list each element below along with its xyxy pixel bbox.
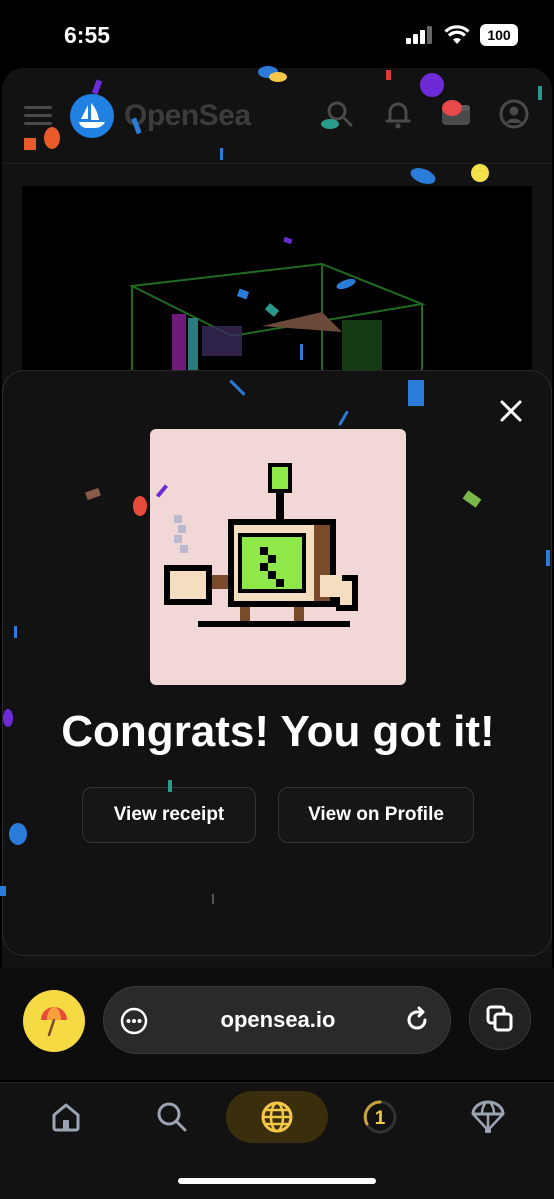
cellular-signal-icon bbox=[406, 26, 432, 44]
wireframe-artwork bbox=[128, 262, 426, 386]
search-icon[interactable] bbox=[324, 98, 356, 130]
tab-browser[interactable] bbox=[226, 1091, 328, 1143]
home-indicator[interactable] bbox=[178, 1178, 376, 1184]
umbrella-app-button[interactable] bbox=[23, 990, 85, 1052]
parachute-icon bbox=[471, 1100, 505, 1133]
home-icon bbox=[52, 1103, 80, 1132]
wifi-icon bbox=[444, 25, 470, 44]
address-bar[interactable]: opensea.io bbox=[103, 986, 451, 1054]
tab-points[interactable]: 1 bbox=[348, 1097, 412, 1137]
pixel-robot-artwork bbox=[164, 463, 358, 627]
reload-icon[interactable] bbox=[402, 1005, 432, 1035]
browser-toolbar: opensea.io bbox=[0, 968, 554, 1080]
notification-bell-icon[interactable] bbox=[382, 98, 414, 130]
menu-icon[interactable] bbox=[24, 102, 54, 130]
view-on-profile-button[interactable]: View on Profile bbox=[278, 787, 474, 843]
purchased-nft-image[interactable] bbox=[150, 429, 406, 685]
congrats-headline: Congrats! You got it! bbox=[61, 707, 495, 756]
search-icon bbox=[157, 1102, 187, 1132]
opensea-logo[interactable]: OpenSea bbox=[70, 94, 251, 138]
status-bar: 6:55 100 bbox=[0, 0, 554, 70]
points-count: 1 bbox=[375, 1108, 386, 1129]
close-icon[interactable] bbox=[497, 397, 525, 425]
app-header: OpenSea bbox=[2, 68, 552, 164]
tab-home[interactable] bbox=[34, 1097, 98, 1137]
battery-indicator: 100 bbox=[480, 24, 518, 46]
points-ring-icon: 1 bbox=[363, 1100, 397, 1134]
globe-icon bbox=[261, 1101, 293, 1133]
tabs-button[interactable] bbox=[469, 988, 531, 1050]
nft-preview-image bbox=[22, 186, 532, 386]
header-actions bbox=[324, 98, 530, 130]
purchase-success-modal: Congrats! You got it! View receipt View … bbox=[2, 370, 552, 956]
profile-icon[interactable] bbox=[498, 98, 530, 130]
opensea-ship-icon bbox=[70, 94, 114, 138]
status-icons: 100 bbox=[406, 24, 518, 46]
umbrella-icon bbox=[41, 1007, 67, 1037]
tabs-icon bbox=[486, 1005, 513, 1032]
view-receipt-button[interactable]: View receipt bbox=[82, 787, 256, 843]
status-time: 6:55 bbox=[64, 22, 111, 48]
wallet-icon[interactable] bbox=[440, 98, 472, 130]
tab-search[interactable] bbox=[140, 1097, 204, 1137]
url-text[interactable]: opensea.io bbox=[104, 987, 452, 1053]
brand-name: OpenSea bbox=[124, 99, 251, 132]
tab-airdrop[interactable] bbox=[456, 1097, 520, 1137]
